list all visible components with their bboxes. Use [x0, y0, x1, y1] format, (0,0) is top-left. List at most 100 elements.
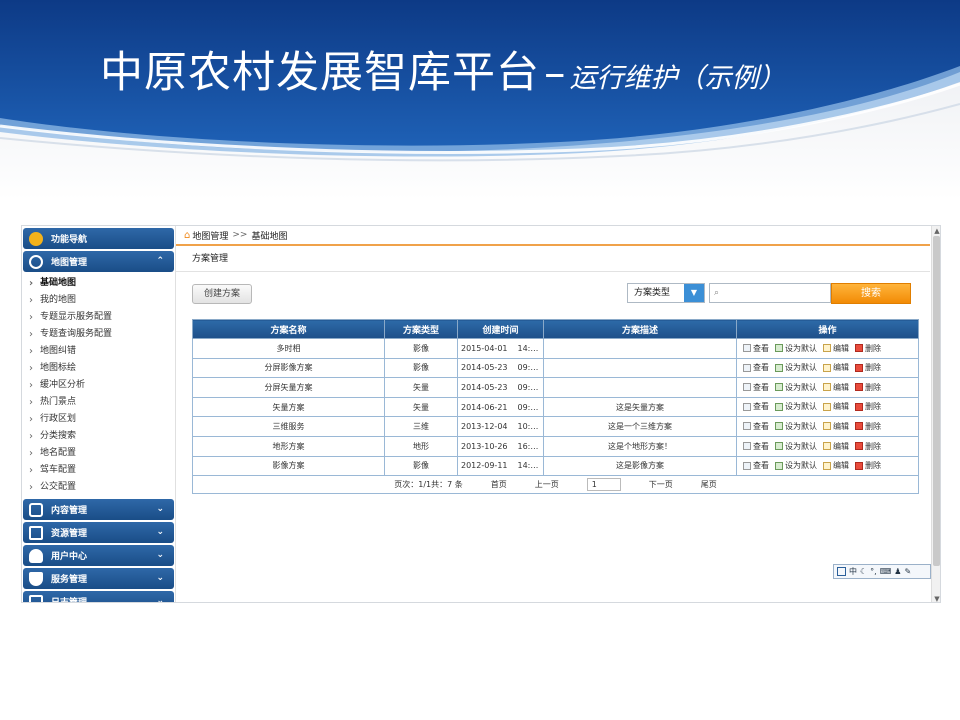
table-header-row: 方案名称 方案类型 创建时间 方案描述 操作	[192, 319, 919, 339]
moon-icon[interactable]: ☾	[860, 567, 867, 576]
edit-button[interactable]: 编辑	[823, 362, 849, 373]
action-label: 编辑	[833, 421, 849, 431]
set-default-button[interactable]: 设为默认	[775, 343, 817, 354]
sidebar-subitem[interactable]: 分类搜索	[22, 428, 175, 445]
view-button[interactable]: 查看	[743, 460, 769, 471]
edit-icon	[823, 422, 831, 431]
prev-page-link[interactable]: 上一页	[535, 479, 559, 490]
plan-type-value: 方案类型	[634, 288, 671, 298]
view-icon	[743, 461, 751, 470]
map-submenu: 基础地图我的地图专题显示服务配置专题查询服务配置地图纠错地图标绘缓冲区分析热门景…	[22, 273, 175, 497]
keyboard-icon[interactable]: ⌨	[880, 567, 892, 576]
chevron-down-icon: ⌄	[156, 527, 164, 537]
scroll-up-icon[interactable]: ▲	[932, 226, 940, 236]
next-page-link[interactable]: 下一页	[649, 479, 673, 490]
sidebar-subitem[interactable]: 公交配置	[22, 479, 175, 496]
sidebar-subitem[interactable]: 基础地图	[22, 275, 175, 292]
delete-button[interactable]: 删除	[855, 421, 881, 432]
set-default-button[interactable]: 设为默认	[775, 362, 817, 373]
sidebar-section-service[interactable]: 服务管理 ⌄	[23, 568, 174, 589]
view-button[interactable]: 查看	[743, 421, 769, 432]
search-field[interactable]: ⌕	[709, 283, 831, 303]
set-default-button[interactable]: 设为默认	[775, 401, 817, 412]
first-page-link[interactable]: 首页	[491, 479, 507, 490]
nav-title: 功能导航	[23, 228, 174, 249]
sidebar-subitem[interactable]: 地图标绘	[22, 360, 175, 377]
globe-icon	[29, 254, 43, 269]
scroll-thumb[interactable]	[933, 236, 940, 566]
dropdown-arrow-icon[interactable]: ▼	[684, 284, 704, 302]
column-header: 创建时间	[457, 319, 544, 339]
created-cell: 2012-09-11 14:…	[457, 455, 544, 477]
set-default-button[interactable]: 设为默认	[775, 382, 817, 393]
view-button[interactable]: 查看	[743, 382, 769, 393]
delete-icon	[855, 363, 863, 372]
set-default-icon	[775, 402, 783, 411]
home-icon: ⌂	[184, 229, 191, 241]
plan-table: 方案名称 方案类型 创建时间 方案描述 操作 多时相 影像 2015-04-01 14…	[192, 319, 919, 495]
delete-icon	[855, 461, 863, 470]
created-time: 14:…	[517, 343, 539, 353]
ime-toolbar[interactable]: 中 ☾ °, ⌨ ♟ ✎	[833, 564, 931, 579]
sidebar-subitem[interactable]: 热门景点	[22, 394, 175, 411]
type-cell: 影像	[384, 338, 458, 359]
vertical-scrollbar[interactable]: ▲ ▼	[931, 226, 940, 602]
page-input[interactable]: 1	[586, 478, 621, 492]
sidebar-subitem[interactable]: 地名配置	[22, 445, 175, 462]
edit-button[interactable]: 编辑	[823, 421, 849, 432]
sidebar-subitem[interactable]: 专题显示服务配置	[22, 309, 175, 326]
scroll-down-icon[interactable]: ▼	[932, 594, 940, 602]
search-input[interactable]	[710, 284, 830, 302]
sidebar-section-resources[interactable]: 资源管理 ⌄	[23, 522, 174, 543]
column-header: 方案名称	[192, 319, 385, 339]
sidebar-subitem[interactable]: 我的地图	[22, 292, 175, 309]
view-button[interactable]: 查看	[743, 401, 769, 412]
sidebar-subitem[interactable]: 驾车配置	[22, 462, 175, 479]
view-button[interactable]: 查看	[743, 362, 769, 373]
sidebar-section-users[interactable]: 用户中心 ⌄	[23, 545, 174, 566]
delete-button[interactable]: 删除	[855, 343, 881, 354]
action-label: 编辑	[833, 363, 849, 373]
search-button[interactable]: 搜索	[831, 283, 911, 304]
search-icon: ⌕	[714, 288, 720, 298]
punctuation-icon[interactable]: °,	[870, 567, 877, 576]
edit-button[interactable]: 编辑	[823, 382, 849, 393]
edit-button[interactable]: 编辑	[823, 401, 849, 412]
view-button[interactable]: 查看	[743, 343, 769, 354]
last-page-link[interactable]: 尾页	[701, 479, 717, 490]
description-cell: 这是一个三维方案	[543, 416, 737, 437]
edit-button[interactable]: 编辑	[823, 460, 849, 471]
created-time: 10:…	[517, 422, 539, 432]
wrench-icon[interactable]: ✎	[904, 567, 911, 576]
action-label: 删除	[865, 402, 881, 412]
sidebar-section-content[interactable]: 内容管理 ⌄	[23, 499, 174, 520]
delete-button[interactable]: 删除	[855, 382, 881, 393]
delete-button[interactable]: 删除	[855, 401, 881, 412]
set-default-button[interactable]: 设为默认	[775, 441, 817, 452]
sidebar-subitem[interactable]: 行政区划	[22, 411, 175, 428]
delete-button[interactable]: 删除	[855, 460, 881, 471]
set-default-button[interactable]: 设为默认	[775, 421, 817, 432]
set-default-button[interactable]: 设为默认	[775, 460, 817, 471]
sidebar-subitem[interactable]: 缓冲区分析	[22, 377, 175, 394]
create-plan-button[interactable]: 创建方案	[192, 284, 252, 304]
sidebar-section-map[interactable]: 地图管理 ⌃	[23, 251, 174, 272]
sidebar-subitem[interactable]: 专题查询服务配置	[22, 326, 175, 343]
edit-button[interactable]: 编辑	[823, 343, 849, 354]
gear-icon	[29, 231, 43, 246]
ime-language[interactable]: 中	[849, 566, 857, 577]
delete-button[interactable]: 删除	[855, 362, 881, 373]
created-date: 2014-05-23	[461, 363, 508, 373]
chevron-down-icon: ⌄	[156, 573, 164, 583]
user-icon[interactable]: ♟	[894, 567, 901, 576]
list-icon	[29, 525, 43, 540]
plan-type-select[interactable]: 方案类型 ▼	[627, 283, 705, 303]
edit-button[interactable]: 编辑	[823, 441, 849, 452]
delete-button[interactable]: 删除	[855, 441, 881, 452]
breadcrumb-root[interactable]: 地图管理	[192, 229, 228, 242]
set-default-icon	[775, 422, 783, 431]
view-button[interactable]: 查看	[743, 441, 769, 452]
sidebar-subitem[interactable]: 地图纠错	[22, 343, 175, 360]
sidebar-section-logs[interactable]: 日志管理 ⌄	[23, 591, 174, 602]
breadcrumb-current: 基础地图	[251, 231, 288, 242]
